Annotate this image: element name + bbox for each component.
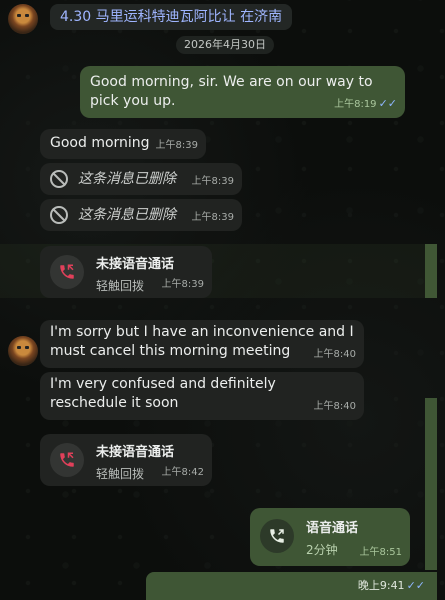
message-text: I'm sorry but I have an inconvenience an… xyxy=(50,324,354,359)
missed-call-icon xyxy=(60,264,74,279)
message-time: 上午8:39 xyxy=(155,140,198,151)
message-incoming[interactable]: I'm very confused and definitely resched… xyxy=(40,372,364,420)
message-time: 上午8:42 xyxy=(161,467,204,478)
date-chip: 2026年4月30日 xyxy=(176,36,274,54)
topic-title[interactable]: 4.30 马里运科特迪瓦阿比让 在济南 xyxy=(50,4,293,30)
message-text: 这条消息已删除 xyxy=(78,206,176,223)
read-ticks-icon: ✓✓ xyxy=(378,97,397,110)
voice-call-button[interactable] xyxy=(260,519,294,553)
message-time: 上午8:39 xyxy=(191,176,234,187)
call-subtitle: 2分钟 xyxy=(306,543,338,557)
deleted-icon xyxy=(50,170,68,188)
message-time: 晚上9:41 ✓✓ xyxy=(357,579,425,592)
missed-call-icon xyxy=(60,452,74,467)
selection-edge xyxy=(425,398,437,570)
avatar-eye xyxy=(25,346,29,349)
missed-call-button[interactable] xyxy=(50,255,84,289)
missed-call-button[interactable] xyxy=(50,443,84,477)
message-text: I'm very confused and definitely resched… xyxy=(50,376,276,411)
deleted-message[interactable]: 这条消息已删除 上午8:39 xyxy=(40,163,242,195)
call-title: 未接语音通话 xyxy=(96,445,175,460)
outgoing-call-message[interactable]: 语音通话 2分钟 上午8:51 xyxy=(250,508,410,566)
missed-call-message[interactable]: 未接语音通话 轻触回拨 上午8:39 xyxy=(40,246,212,298)
message-time: 上午8:40 xyxy=(313,401,356,412)
deleted-icon xyxy=(50,206,68,224)
missed-call-message[interactable]: 未接语音通话 轻触回拨 上午8:42 xyxy=(40,434,212,486)
message-time: 上午8:19 ✓✓ xyxy=(334,97,397,110)
message-text: Good morning xyxy=(50,135,150,151)
outgoing-message-bar[interactable]: 晚上9:41 ✓✓ xyxy=(146,572,437,600)
message-incoming[interactable]: I'm sorry but I have an inconvenience an… xyxy=(40,320,364,368)
read-ticks-icon: ✓✓ xyxy=(406,579,425,592)
message-time: 上午8:39 xyxy=(161,279,204,290)
avatar-eye xyxy=(25,14,29,17)
message-time: 上午8:51 xyxy=(359,547,402,558)
deleted-message[interactable]: 这条消息已删除 上午8:39 xyxy=(40,199,242,231)
call-title: 语音通话 xyxy=(306,521,359,536)
message-time: 上午8:39 xyxy=(191,212,234,223)
message-outgoing[interactable]: Good morning, sir. We are on our way to … xyxy=(80,66,405,118)
outgoing-call-icon xyxy=(270,529,284,543)
avatar-eye xyxy=(17,346,21,349)
message-text: 这条消息已删除 xyxy=(78,170,176,187)
avatar-eye xyxy=(17,14,21,17)
call-text: 语音通话 2分钟 xyxy=(306,519,359,557)
message-incoming[interactable]: Good morning 上午8:39 xyxy=(40,129,206,159)
avatar[interactable] xyxy=(8,4,38,34)
message-time: 上午8:40 xyxy=(313,349,356,360)
message-text: Good morning, sir. We are on our way to … xyxy=(90,74,373,109)
avatar[interactable] xyxy=(8,336,38,366)
call-title: 未接语音通话 xyxy=(96,257,175,272)
